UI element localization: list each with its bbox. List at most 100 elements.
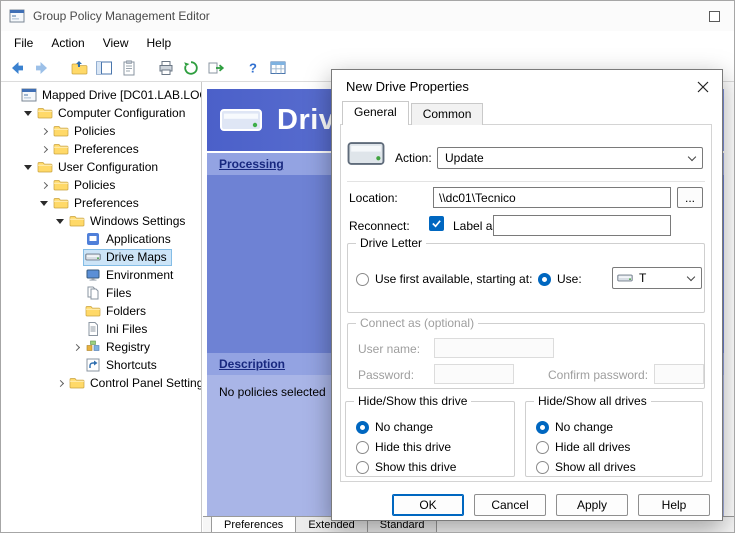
password-input[interactable]: [434, 364, 514, 384]
user-name-input[interactable]: [434, 338, 554, 358]
label-as-input[interactable]: [493, 215, 671, 236]
up-folder-icon[interactable]: [69, 58, 89, 78]
folder-icon: [53, 141, 70, 157]
tree-item-preferences[interactable]: Preferences: [1, 140, 201, 158]
chevron-right-icon[interactable]: [37, 183, 51, 188]
drive-letter-select[interactable]: T: [612, 267, 702, 289]
cancel-button[interactable]: Cancel: [474, 494, 546, 516]
use-first-available-radio[interactable]: Use first available, starting at:: [356, 272, 532, 286]
tree-item-shortcuts[interactable]: Shortcuts: [1, 356, 201, 374]
chevron-right-icon[interactable]: [53, 381, 67, 386]
action-select[interactable]: Update: [437, 147, 703, 169]
drive-letter-group: Drive Letter Use first available, starti…: [347, 243, 705, 313]
reconnect-label: Reconnect:: [349, 219, 410, 233]
chevron-right-icon[interactable]: [69, 345, 83, 350]
general-tab-page: Action: Update Location: \\dc01\Tecnico …: [340, 124, 712, 482]
tree-item-label: Policies: [73, 124, 116, 138]
chevron-down-icon[interactable]: [21, 165, 35, 170]
table-view-icon[interactable]: [268, 58, 288, 78]
tree-item-preferences[interactable]: Preferences: [1, 194, 201, 212]
menu-help[interactable]: Help: [138, 33, 181, 53]
chevron-down-icon[interactable]: [53, 219, 67, 224]
tree-item-ini-files[interactable]: Ini Files: [1, 320, 201, 338]
confirm-password-input[interactable]: [654, 364, 704, 384]
drive-icon: [85, 249, 102, 265]
location-label: Location:: [349, 191, 398, 205]
tree-item-applications[interactable]: Applications: [1, 230, 201, 248]
chevron-down-icon[interactable]: [37, 201, 51, 206]
location-input[interactable]: \\dc01\Tecnico: [433, 187, 671, 208]
tree-item-control-panel-setting[interactable]: Control Panel Setting: [1, 374, 201, 392]
radio-show-this-drive[interactable]: Show this drive: [356, 460, 510, 474]
tree-item-highlight: Ini Files: [83, 321, 152, 338]
radio-hide-all-drives[interactable]: Hide all drives: [536, 440, 698, 454]
dialog-buttons: OK Cancel Apply Help: [332, 494, 710, 516]
tree-item-files[interactable]: Files: [1, 284, 201, 302]
maximize-button[interactable]: [709, 11, 720, 22]
connect-as-legend: Connect as (optional): [356, 316, 478, 330]
tree-item-environment[interactable]: Environment: [1, 266, 201, 284]
tree-item-mapped-drive-dc01-lab-loca[interactable]: Mapped Drive [DC01.LAB.LOCA: [1, 86, 201, 104]
folder-icon: [69, 213, 86, 229]
refresh-icon[interactable]: [181, 58, 201, 78]
console-window-icon[interactable]: [94, 58, 114, 78]
radio-hide-this-drive[interactable]: Hide this drive: [356, 440, 510, 454]
menu-action[interactable]: Action: [42, 33, 93, 53]
menu-file[interactable]: File: [5, 33, 42, 53]
tree-item-highlight: Policies: [51, 123, 120, 140]
dialog-tab-general[interactable]: General: [342, 101, 409, 125]
tree-item-computer-configuration[interactable]: Computer Configuration: [1, 104, 201, 122]
browse-button[interactable]: ...: [677, 187, 703, 208]
location-value: \\dc01\Tecnico: [439, 191, 516, 205]
reconnect-checkbox[interactable]: [429, 216, 444, 231]
description-link[interactable]: Description: [219, 357, 285, 371]
hide-show-all-options: No change Hide all drives Show all drives: [536, 420, 698, 474]
apply-button[interactable]: Apply: [556, 494, 628, 516]
clipboard-icon[interactable]: [119, 58, 139, 78]
radio-icon: [356, 461, 369, 474]
tree-item-label: Files: [105, 286, 132, 300]
radio-show-all-drives[interactable]: Show all drives: [536, 460, 698, 474]
radio-label: Show all drives: [555, 460, 636, 474]
dialog-tab-common[interactable]: Common: [411, 103, 484, 125]
export-list-icon[interactable]: [206, 58, 226, 78]
tree-item-policies[interactable]: Policies: [1, 176, 201, 194]
tree-item-folders[interactable]: Folders: [1, 302, 201, 320]
chevron-down-icon[interactable]: [21, 111, 35, 116]
use-radio[interactable]: Use:: [538, 272, 582, 286]
tree-item-highlight: Preferences: [51, 195, 144, 212]
chevron-right-icon[interactable]: [37, 129, 51, 134]
hide-show-this-drive-group: Hide/Show this drive No changeHide this …: [345, 401, 515, 477]
ok-button[interactable]: OK: [392, 494, 464, 516]
printer-icon[interactable]: [156, 58, 176, 78]
folder-icon: [37, 105, 54, 121]
menu-view[interactable]: View: [94, 33, 138, 53]
radio-icon: [536, 421, 549, 434]
help-icon[interactable]: ?: [243, 58, 263, 78]
radio-icon: [536, 461, 549, 474]
view-tab-preferences[interactable]: Preferences: [211, 517, 296, 532]
back-icon[interactable]: [7, 58, 27, 78]
folder-icon: [37, 159, 54, 175]
tree-item-user-configuration[interactable]: User Configuration: [1, 158, 201, 176]
drive-maps-icon: [219, 106, 263, 134]
files-icon: [85, 285, 102, 301]
drive-letter-value: T: [639, 271, 646, 285]
tree-item-label: Computer Configuration: [57, 106, 186, 120]
processing-link[interactable]: Processing: [219, 157, 284, 171]
radio-no-change[interactable]: No change: [536, 420, 698, 434]
chevron-right-icon[interactable]: [37, 147, 51, 152]
tree-item-policies[interactable]: Policies: [1, 122, 201, 140]
separator: [347, 181, 705, 182]
tree-item-registry[interactable]: Registry: [1, 338, 201, 356]
radio-no-change[interactable]: No change: [356, 420, 510, 434]
tree-item-drive-maps[interactable]: Drive Maps: [1, 248, 201, 266]
tree-item-windows-settings[interactable]: Windows Settings: [1, 212, 201, 230]
tree-item-highlight: Control Panel Setting: [67, 375, 202, 392]
tree-item-label: Environment: [105, 268, 174, 282]
close-icon[interactable]: [694, 78, 712, 96]
tree-item-label: Shortcuts: [105, 358, 158, 372]
forward-icon[interactable]: [32, 58, 52, 78]
help-button[interactable]: Help: [638, 494, 710, 516]
tree-item-label: Mapped Drive [DC01.LAB.LOCA: [41, 88, 202, 102]
